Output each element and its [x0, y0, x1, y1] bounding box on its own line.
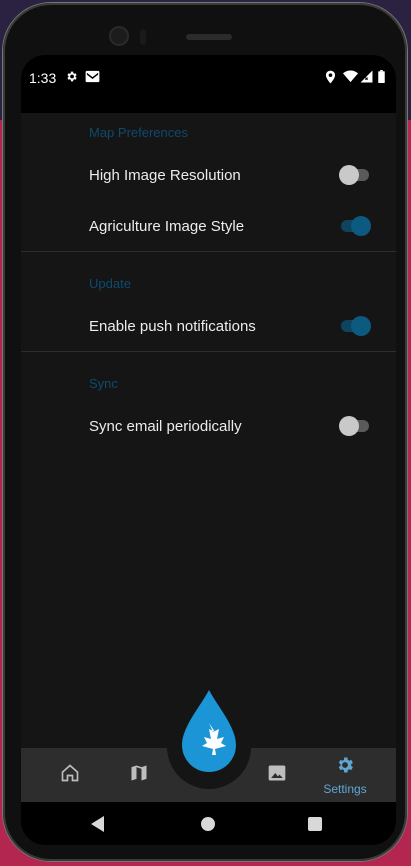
switch-thumb — [351, 216, 371, 236]
signal-icon — [360, 70, 373, 86]
settings-list: Map Preferences High Image Resolution Ag… — [21, 113, 396, 748]
setting-label-sync-email-periodically: Sync email periodically — [89, 418, 242, 435]
screen: 1:33 Map Preferences High Image Resoluti… — [21, 55, 396, 845]
setting-label-high-image-resolution: High Image Resolution — [89, 167, 241, 184]
high-image-resolution-switch[interactable] — [339, 163, 371, 185]
push-notifications-switch[interactable] — [339, 314, 371, 336]
nav-home[interactable] — [55, 748, 85, 802]
switch-thumb — [339, 165, 359, 185]
earpiece-speaker — [186, 34, 232, 40]
switch-thumb — [339, 416, 359, 436]
phone-frame: 1:33 Map Preferences High Image Resoluti… — [3, 3, 407, 861]
setting-label-agriculture-image-style: Agriculture Image Style — [89, 218, 245, 235]
wifi-icon — [343, 70, 358, 86]
nav-settings-label: Settings — [323, 781, 367, 796]
status-time: 1:33 — [29, 70, 57, 86]
section-divider — [21, 351, 396, 352]
switch-thumb — [351, 316, 371, 336]
section-title-update: Update — [89, 276, 131, 291]
agriculture-image-style-switch[interactable] — [339, 214, 371, 236]
center-fab[interactable] — [176, 687, 242, 779]
proximity-sensor — [140, 29, 146, 45]
home-circle-icon[interactable] — [201, 817, 215, 836]
nav-settings[interactable]: Settings — [317, 748, 373, 802]
maple-drop-logo-icon — [182, 690, 236, 772]
back-icon[interactable] — [91, 816, 105, 837]
image-icon — [267, 763, 287, 788]
sync-email-switch[interactable] — [339, 414, 371, 436]
status-bar: 1:33 — [21, 55, 396, 113]
gmail-status-icon — [85, 70, 100, 86]
system-navigation-bar — [21, 802, 396, 845]
recents-square-icon[interactable] — [308, 817, 322, 836]
section-title-map-preferences: Map Preferences — [89, 125, 188, 140]
front-camera — [111, 28, 127, 44]
map-icon — [129, 763, 149, 788]
nav-gallery[interactable] — [262, 748, 292, 802]
home-icon — [60, 763, 80, 788]
location-icon — [325, 70, 336, 87]
setting-label-enable-push-notifications: Enable push notifications — [89, 318, 256, 335]
gear-icon — [335, 755, 355, 780]
battery-icon — [378, 70, 385, 86]
section-title-sync: Sync — [89, 376, 118, 391]
nav-map[interactable] — [124, 748, 154, 802]
section-divider — [21, 251, 396, 252]
settings-status-icon — [65, 70, 78, 86]
